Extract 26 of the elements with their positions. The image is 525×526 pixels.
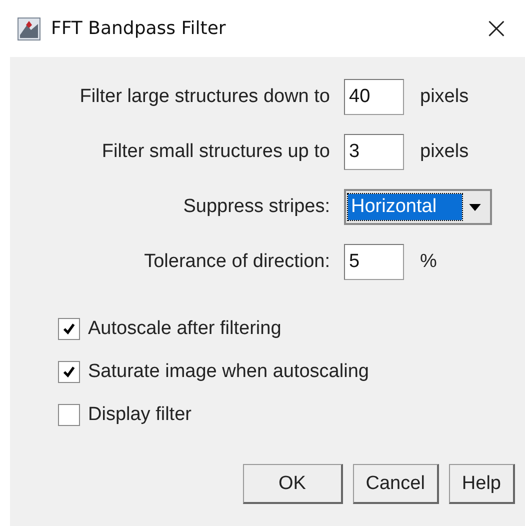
dialog-button[interactable]: Help <box>448 464 515 504</box>
unit-label: % <box>420 251 437 273</box>
field-label: Suppress stripes: <box>182 196 330 218</box>
dialog-button[interactable]: Cancel <box>352 464 439 504</box>
dialog-button[interactable]: OK <box>242 464 343 504</box>
checkbox[interactable] <box>58 361 80 383</box>
checkbox[interactable] <box>58 318 80 340</box>
unit-label: pixels <box>420 141 469 163</box>
check-icon <box>62 365 76 379</box>
field-label: Filter large structures down to <box>78 86 330 108</box>
checkbox-label: Saturate image when autoscaling <box>88 361 369 383</box>
unit-label: pixels <box>420 86 469 108</box>
field-label: Tolerance of direction: <box>143 251 330 273</box>
checkbox-label: Autoscale after filtering <box>88 318 282 340</box>
input-field[interactable]: 40 <box>344 79 404 115</box>
check-icon <box>62 322 76 336</box>
app-icon <box>17 16 41 40</box>
checkbox-label: Display filter <box>88 404 192 426</box>
close-button[interactable]: × <box>478 11 515 46</box>
input-field[interactable]: 5 <box>344 244 404 280</box>
caret-icon <box>469 204 481 210</box>
window-title: FFT Bandpass Filter <box>51 18 227 39</box>
checkbox[interactable] <box>58 404 80 426</box>
field-label: Filter small structures up to <box>100 141 330 163</box>
input-field[interactable]: 3 <box>344 134 404 170</box>
dropdown[interactable]: Horizontal <box>344 189 492 225</box>
